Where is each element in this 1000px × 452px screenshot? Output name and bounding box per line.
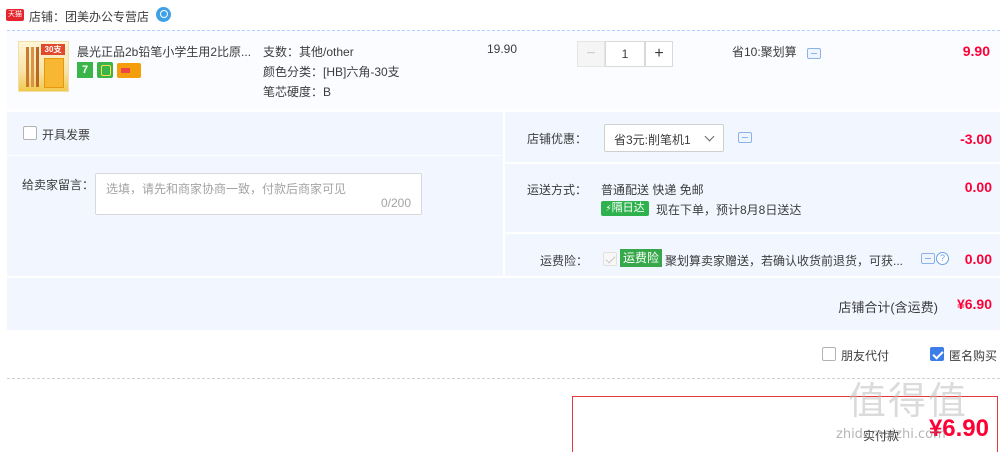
guarantee-icon — [97, 62, 113, 78]
message-char-count: 0/200 — [380, 196, 411, 210]
insurance-label: 运费险： — [540, 254, 589, 268]
order-summary-options: 店铺优惠： 省3元:削笔机1 -3.00 运送方式： 普通配送 快递 免邮 ⚡隔… — [503, 112, 1000, 276]
quantity-decrease-button[interactable]: − — [577, 41, 605, 67]
coupon-info-icon[interactable] — [738, 132, 752, 143]
spec-lead-hardness: 笔芯硬度：B — [263, 85, 332, 99]
credit-card-icon — [117, 63, 141, 78]
message-placeholder: 选填，请先和商家协商一致，付款后商家可见 — [106, 182, 347, 196]
shipping-label: 运送方式： — [527, 183, 588, 197]
row-divider — [505, 162, 1000, 164]
insurance-chat-icon[interactable] — [921, 253, 935, 264]
unit-price: 19.90 — [487, 42, 518, 56]
next-day-label: 隔日达 — [611, 202, 645, 214]
friend-pay-checkbox[interactable] — [822, 347, 836, 361]
watermark-url: zhidemaizhi.com — [836, 427, 946, 442]
spec-color: 颜色分类：[HB]六角-30支 — [263, 65, 400, 79]
message-label: 给卖家留言： — [22, 178, 95, 192]
watermark: 值得值 — [848, 379, 969, 423]
promotion-text: 省10:聚划算 — [732, 45, 797, 59]
product-thumbnail[interactable]: 30支 — [18, 41, 69, 92]
insurance-checkbox — [603, 252, 617, 266]
row-divider — [505, 232, 1000, 234]
order-item-row: 30支 晨光正品2b铅笔小学生用2比原... 7 支数：其他/other 颜色分… — [7, 30, 1000, 110]
coupon-amount: -3.00 — [960, 131, 992, 147]
invoice-section: 开具发票 — [7, 112, 501, 156]
coupon-label: 店铺优惠： — [527, 132, 588, 146]
next-day-delivery-badge: ⚡隔日达 — [601, 201, 649, 216]
coupon-selected-value: 省3元:削笔机1 — [614, 133, 691, 147]
shipping-fee: 0.00 — [964, 179, 992, 195]
friend-pay-label: 朋友代付 — [841, 349, 890, 363]
help-icon[interactable]: ? — [936, 252, 949, 265]
anonymous-purchase-label: 匿名购买 — [949, 349, 998, 363]
shop-total-label: 店铺合计(含运费) — [838, 300, 938, 315]
thumb-count-tag: 30支 — [41, 44, 65, 55]
insurance-fee: 0.00 — [964, 251, 992, 267]
pencil-box-graphic — [44, 58, 64, 88]
pencil-graphic — [26, 47, 29, 87]
shop-name-link[interactable]: 店铺：团美办公专营店 — [29, 8, 149, 25]
coupon-select[interactable]: 省3元:削笔机1 — [604, 124, 724, 152]
shop-total-section: 店铺合计(含运费) ¥6.90 — [7, 276, 1000, 330]
shop-header: 天猫 店铺：团美办公专营店 — [0, 0, 1000, 30]
seven-day-return-icon: 7 — [77, 62, 93, 78]
pencil-graphic — [36, 47, 39, 87]
quantity-increase-button[interactable]: + — [645, 41, 673, 67]
promotion-info-icon[interactable] — [807, 48, 821, 59]
chevron-down-icon — [704, 131, 715, 142]
pencil-graphic — [31, 47, 34, 87]
order-options-panel: 开具发票 给卖家留言： 选填，请先和商家协商一致，付款后商家可见 0/200 店… — [7, 112, 1000, 330]
contact-seller-icon[interactable] — [156, 7, 171, 22]
shop-total-amount: ¥6.90 — [956, 296, 992, 312]
spec-count: 支数：其他/other — [263, 45, 354, 59]
insurance-description: 聚划算卖家赠送，若确认收货前退货，可获... — [665, 254, 904, 268]
insurance-tag: 运费险 — [620, 249, 663, 267]
shipping-method: 普通配送 快递 免邮 — [601, 183, 704, 197]
tmall-logo-icon: 天猫 — [6, 9, 24, 21]
invoice-label: 开具发票 — [42, 128, 91, 142]
anonymous-purchase-checkbox[interactable] — [930, 347, 944, 361]
seller-message-input[interactable]: 选填，请先和商家协商一致，付款后商家可见 0/200 — [95, 173, 422, 215]
item-subtotal: 9.90 — [962, 43, 990, 59]
invoice-checkbox[interactable] — [23, 126, 37, 140]
product-title-link[interactable]: 晨光正品2b铅笔小学生用2比原... — [77, 43, 257, 60]
quantity-input[interactable] — [605, 41, 645, 67]
delivery-eta: 现在下单，预计8月8日送达 — [656, 203, 802, 217]
